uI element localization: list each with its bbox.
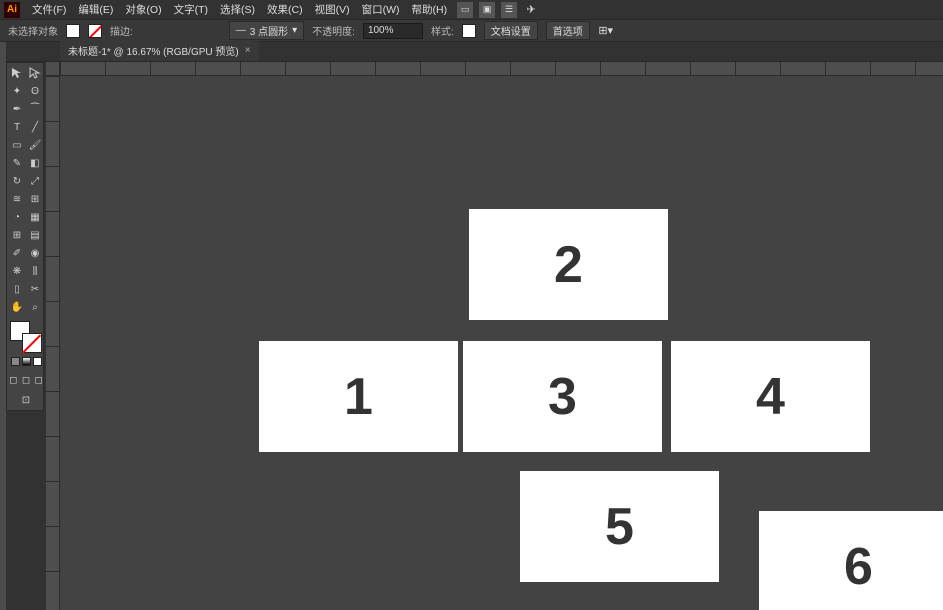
style-label: 样式:: [431, 23, 454, 38]
fill-swatch[interactable]: [66, 24, 80, 38]
layout-icon-2[interactable]: ▣: [479, 2, 495, 18]
artboard-2[interactable]: 2: [469, 209, 668, 320]
layout-icon-1[interactable]: ▭: [457, 2, 473, 18]
color-mode-gradient[interactable]: [22, 357, 31, 366]
scale-tool[interactable]: ⤢: [27, 173, 43, 189]
artboard-3[interactable]: 3: [463, 341, 662, 452]
artboard-5[interactable]: 5: [520, 471, 719, 582]
symbol-sprayer-tool[interactable]: ❋: [9, 263, 25, 279]
color-mode-normal[interactable]: [11, 357, 20, 366]
slice-tool[interactable]: ✂: [27, 281, 43, 297]
document-tab[interactable]: 未标题-1* @ 16.67% (RGB/GPU 预览) ×: [60, 40, 259, 61]
rotate-tool[interactable]: ↻: [9, 173, 25, 189]
ruler-corner: [46, 62, 60, 76]
ruler-horizontal[interactable]: [60, 62, 943, 76]
color-mode-row: [9, 357, 43, 366]
menu-right-icons: ▭ ▣ ☰ ✈: [457, 2, 539, 18]
stroke-profile-dropdown[interactable]: — 3 点圆形 ▾: [229, 21, 304, 40]
ruler-vertical[interactable]: [46, 76, 60, 610]
prefs-button[interactable]: 首选项: [546, 21, 590, 40]
hand-tool[interactable]: ✋: [9, 299, 25, 315]
artboard-4[interactable]: 4: [671, 341, 870, 452]
opacity-input[interactable]: [363, 23, 423, 39]
menu-select[interactable]: 选择(S): [214, 0, 261, 19]
stroke-color[interactable]: [22, 333, 42, 353]
perspective-tool[interactable]: ▦: [27, 209, 43, 225]
artboard-6[interactable]: 6: [759, 511, 943, 610]
doc-setup-button[interactable]: 文档设置: [484, 21, 538, 40]
app-logo: Ai: [4, 2, 20, 18]
document-tab-title: 未标题-1* @ 16.67% (RGB/GPU 预览): [68, 43, 239, 58]
menu-view[interactable]: 视图(V): [309, 0, 356, 19]
gradient-tool[interactable]: ▤: [27, 227, 43, 243]
control-bar: 未选择对象 描边: — 3 点圆形 ▾ 不透明度: 样式: 文档设置 首选项 ⊞…: [0, 20, 943, 42]
draw-behind-icon[interactable]: ◻: [22, 372, 31, 388]
menu-effect[interactable]: 效果(C): [261, 0, 309, 19]
width-tool[interactable]: ≋: [9, 191, 25, 207]
screen-mode-row: ◻ ◻ ◻: [9, 372, 43, 388]
lasso-tool[interactable]: ʘ: [27, 83, 43, 99]
toolbox: ✦ ʘ ✒ ⁀ T ╱ ▭ 🖌 ✎ ◧ ↻ ⤢ ≋ ⊞ ◔ ▦ ⊞ ▤ ✐ ◉ …: [6, 62, 44, 411]
blend-tool[interactable]: ◉: [27, 245, 43, 261]
document-tab-bar: 未标题-1* @ 16.67% (RGB/GPU 预览) ×: [0, 42, 943, 62]
eyedropper-tool[interactable]: ✐: [9, 245, 25, 261]
selection-tool[interactable]: [9, 65, 25, 81]
stroke-swatch[interactable]: [88, 24, 102, 38]
fill-stroke-control[interactable]: [10, 321, 42, 353]
menu-file[interactable]: 文件(F): [26, 0, 72, 19]
mesh-tool[interactable]: ⊞: [9, 227, 25, 243]
column-graph-tool[interactable]: ⫼: [27, 263, 43, 279]
shaper-tool[interactable]: ✎: [9, 155, 25, 171]
menu-help[interactable]: 帮助(H): [406, 0, 454, 19]
menu-edit[interactable]: 编辑(E): [72, 0, 119, 19]
direct-selection-tool[interactable]: [27, 65, 43, 81]
curvature-tool[interactable]: ⁀: [27, 101, 43, 117]
magic-wand-tool[interactable]: ✦: [9, 83, 25, 99]
paintbrush-tool[interactable]: 🖌: [27, 137, 43, 153]
draw-inside-icon[interactable]: ◻: [34, 372, 43, 388]
line-tool[interactable]: ╱: [27, 119, 43, 135]
draw-normal-icon[interactable]: ◻: [9, 372, 18, 388]
rectangle-tool[interactable]: ▭: [9, 137, 25, 153]
color-mode-none[interactable]: [33, 357, 42, 366]
zoom-tool[interactable]: ⌕: [27, 299, 43, 315]
screen-toggle[interactable]: ⊡: [9, 392, 43, 408]
menu-object[interactable]: 对象(O): [119, 0, 167, 19]
canvas-area: 2134 56: [46, 62, 943, 610]
opacity-label: 不透明度:: [312, 23, 355, 38]
layout-icon-3[interactable]: ☰: [501, 2, 517, 18]
artboard-1[interactable]: 1: [259, 341, 458, 452]
artboard-tool[interactable]: ▯: [9, 281, 25, 297]
menu-window[interactable]: 窗口(W): [356, 0, 406, 19]
style-swatch[interactable]: [462, 24, 476, 38]
send-icon[interactable]: ✈: [523, 2, 539, 18]
tab-close-button[interactable]: ×: [245, 45, 251, 56]
align-icon[interactable]: ⊞▾: [598, 23, 614, 39]
shape-builder-tool[interactable]: ◔: [9, 209, 25, 225]
free-transform-tool[interactable]: ⊞: [27, 191, 43, 207]
menu-bar: Ai 文件(F) 编辑(E) 对象(O) 文字(T) 选择(S) 效果(C) 视…: [0, 0, 943, 20]
no-selection-label: 未选择对象: [8, 23, 58, 38]
pen-tool[interactable]: ✒: [9, 101, 25, 117]
menu-type[interactable]: 文字(T): [168, 0, 214, 19]
type-tool[interactable]: T: [9, 119, 25, 135]
screen-mode-icon[interactable]: ⊡: [18, 392, 34, 408]
eraser-tool[interactable]: ◧: [27, 155, 43, 171]
canvas[interactable]: 2134 56: [60, 76, 943, 610]
stroke-label: 描边:: [110, 23, 133, 38]
